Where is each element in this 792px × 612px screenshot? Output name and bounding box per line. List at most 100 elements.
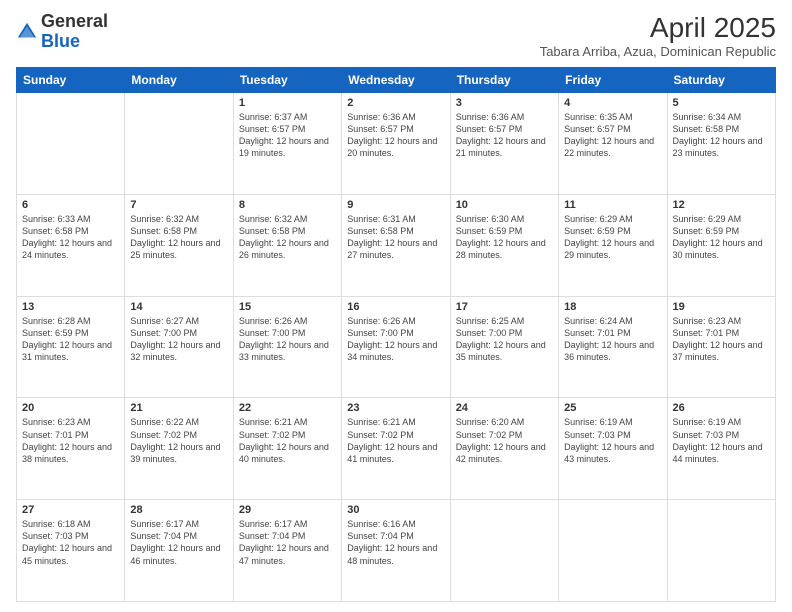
day-info: Sunrise: 6:27 AM Sunset: 7:00 PM Dayligh… xyxy=(130,315,227,364)
header: General Blue April 2025 Tabara Arriba, A… xyxy=(16,12,776,59)
day-info: Sunrise: 6:29 AM Sunset: 6:59 PM Dayligh… xyxy=(673,213,770,262)
day-number: 29 xyxy=(239,504,336,516)
logo-general: General xyxy=(41,11,108,31)
day-number: 20 xyxy=(22,402,119,414)
day-number: 18 xyxy=(564,301,661,313)
calendar-cell xyxy=(559,500,667,602)
day-number: 14 xyxy=(130,301,227,313)
day-header-wednesday: Wednesday xyxy=(342,68,450,93)
logo-icon xyxy=(16,21,38,43)
day-info: Sunrise: 6:16 AM Sunset: 7:04 PM Dayligh… xyxy=(347,518,444,567)
calendar-cell xyxy=(17,93,125,195)
calendar-cell: 16 Sunrise: 6:26 AM Sunset: 7:00 PM Dayli… xyxy=(342,296,450,398)
location-subtitle: Tabara Arriba, Azua, Dominican Republic xyxy=(540,44,776,59)
calendar-cell: 13 Sunrise: 6:28 AM Sunset: 6:59 PM Dayli… xyxy=(17,296,125,398)
day-info: Sunrise: 6:28 AM Sunset: 6:59 PM Dayligh… xyxy=(22,315,119,364)
day-info: Sunrise: 6:23 AM Sunset: 7:01 PM Dayligh… xyxy=(673,315,770,364)
calendar-cell: 4 Sunrise: 6:35 AM Sunset: 6:57 PM Daylig… xyxy=(559,93,667,195)
calendar-cell: 14 Sunrise: 6:27 AM Sunset: 7:00 PM Dayli… xyxy=(125,296,233,398)
week-row-0: 1 Sunrise: 6:37 AM Sunset: 6:57 PM Daylig… xyxy=(17,93,776,195)
day-number: 9 xyxy=(347,199,444,211)
week-row-4: 27 Sunrise: 6:18 AM Sunset: 7:03 PM Dayli… xyxy=(17,500,776,602)
day-number: 23 xyxy=(347,402,444,414)
calendar-cell: 7 Sunrise: 6:32 AM Sunset: 6:58 PM Daylig… xyxy=(125,194,233,296)
page: General Blue April 2025 Tabara Arriba, A… xyxy=(0,0,792,612)
calendar-cell: 19Sunrise: 6:23 AM Sunset: 7:01 PM Dayli… xyxy=(667,296,775,398)
calendar-cell: 24 Sunrise: 6:20 AM Sunset: 7:02 PM Dayli… xyxy=(450,398,558,500)
day-number: 3 xyxy=(456,97,553,109)
day-number: 27 xyxy=(22,504,119,516)
week-row-2: 13 Sunrise: 6:28 AM Sunset: 6:59 PM Dayli… xyxy=(17,296,776,398)
day-header-friday: Friday xyxy=(559,68,667,93)
days-header-row: SundayMondayTuesdayWednesdayThursdayFrid… xyxy=(17,68,776,93)
day-info: Sunrise: 6:22 AM Sunset: 7:02 PM Dayligh… xyxy=(130,416,227,465)
day-number: 16 xyxy=(347,301,444,313)
day-info: Sunrise: 6:33 AM Sunset: 6:58 PM Dayligh… xyxy=(22,213,119,262)
day-number: 13 xyxy=(22,301,119,313)
day-info: Sunrise: 6:32 AM Sunset: 6:58 PM Dayligh… xyxy=(130,213,227,262)
calendar-cell: 29 Sunrise: 6:17 AM Sunset: 7:04 PM Dayli… xyxy=(233,500,341,602)
day-number: 22 xyxy=(239,402,336,414)
calendar-cell xyxy=(667,500,775,602)
day-info: Sunrise: 6:18 AM Sunset: 7:03 PM Dayligh… xyxy=(22,518,119,567)
calendar-cell: 2 Sunrise: 6:36 AM Sunset: 6:57 PM Daylig… xyxy=(342,93,450,195)
calendar-cell: 21Sunrise: 6:22 AM Sunset: 7:02 PM Dayli… xyxy=(125,398,233,500)
day-number: 26 xyxy=(673,402,770,414)
calendar-cell: 6 Sunrise: 6:33 AM Sunset: 6:58 PM Daylig… xyxy=(17,194,125,296)
logo-text: General Blue xyxy=(41,12,108,52)
month-title: April 2025 xyxy=(540,12,776,44)
day-number: 1 xyxy=(239,97,336,109)
day-number: 8 xyxy=(239,199,336,211)
day-number: 10 xyxy=(456,199,553,211)
day-number: 28 xyxy=(130,504,227,516)
logo-blue: Blue xyxy=(41,31,80,51)
day-info: Sunrise: 6:26 AM Sunset: 7:00 PM Dayligh… xyxy=(347,315,444,364)
day-info: Sunrise: 6:36 AM Sunset: 6:57 PM Dayligh… xyxy=(456,111,553,160)
calendar-table: SundayMondayTuesdayWednesdayThursdayFrid… xyxy=(16,67,776,602)
calendar-cell: 12 Sunrise: 6:29 AM Sunset: 6:59 PM Dayli… xyxy=(667,194,775,296)
calendar-cell: 5Sunrise: 6:34 AM Sunset: 6:58 PM Daylig… xyxy=(667,93,775,195)
day-header-sunday: Sunday xyxy=(17,68,125,93)
day-number: 6 xyxy=(22,199,119,211)
day-number: 4 xyxy=(564,97,661,109)
day-info: Sunrise: 6:36 AM Sunset: 6:57 PM Dayligh… xyxy=(347,111,444,160)
day-info: Sunrise: 6:34 AM Sunset: 6:58 PM Dayligh… xyxy=(673,111,770,160)
day-info: Sunrise: 6:20 AM Sunset: 7:02 PM Dayligh… xyxy=(456,416,553,465)
calendar-cell: 22 Sunrise: 6:21 AM Sunset: 7:02 PM Dayli… xyxy=(233,398,341,500)
day-info: Sunrise: 6:35 AM Sunset: 6:57 PM Dayligh… xyxy=(564,111,661,160)
day-info: Sunrise: 6:24 AM Sunset: 7:01 PM Dayligh… xyxy=(564,315,661,364)
day-info: Sunrise: 6:21 AM Sunset: 7:02 PM Dayligh… xyxy=(239,416,336,465)
day-info: Sunrise: 6:23 AM Sunset: 7:01 PM Dayligh… xyxy=(22,416,119,465)
day-header-thursday: Thursday xyxy=(450,68,558,93)
day-info: Sunrise: 6:17 AM Sunset: 7:04 PM Dayligh… xyxy=(130,518,227,567)
calendar-cell: 27 Sunrise: 6:18 AM Sunset: 7:03 PM Dayli… xyxy=(17,500,125,602)
day-info: Sunrise: 6:19 AM Sunset: 7:03 PM Dayligh… xyxy=(564,416,661,465)
day-header-tuesday: Tuesday xyxy=(233,68,341,93)
day-header-saturday: Saturday xyxy=(667,68,775,93)
calendar-cell: 8Sunrise: 6:32 AM Sunset: 6:58 PM Daylig… xyxy=(233,194,341,296)
day-number: 24 xyxy=(456,402,553,414)
day-number: 17 xyxy=(456,301,553,313)
calendar-cell: 23Sunrise: 6:21 AM Sunset: 7:02 PM Dayli… xyxy=(342,398,450,500)
calendar-cell: 3 Sunrise: 6:36 AM Sunset: 6:57 PM Daylig… xyxy=(450,93,558,195)
title-block: April 2025 Tabara Arriba, Azua, Dominica… xyxy=(540,12,776,59)
day-number: 25 xyxy=(564,402,661,414)
calendar-cell: 25 Sunrise: 6:19 AM Sunset: 7:03 PM Dayli… xyxy=(559,398,667,500)
day-info: Sunrise: 6:25 AM Sunset: 7:00 PM Dayligh… xyxy=(456,315,553,364)
day-number: 7 xyxy=(130,199,227,211)
day-number: 12 xyxy=(673,199,770,211)
day-info: Sunrise: 6:31 AM Sunset: 6:58 PM Dayligh… xyxy=(347,213,444,262)
day-info: Sunrise: 6:17 AM Sunset: 7:04 PM Dayligh… xyxy=(239,518,336,567)
calendar-cell xyxy=(450,500,558,602)
week-row-3: 20 Sunrise: 6:23 AM Sunset: 7:01 PM Dayli… xyxy=(17,398,776,500)
day-info: Sunrise: 6:29 AM Sunset: 6:59 PM Dayligh… xyxy=(564,213,661,262)
calendar-cell: 15Sunrise: 6:26 AM Sunset: 7:00 PM Dayli… xyxy=(233,296,341,398)
day-number: 11 xyxy=(564,199,661,211)
calendar-cell: 30 Sunrise: 6:16 AM Sunset: 7:04 PM Dayli… xyxy=(342,500,450,602)
day-number: 15 xyxy=(239,301,336,313)
day-number: 30 xyxy=(347,504,444,516)
logo: General Blue xyxy=(16,12,108,52)
day-number: 2 xyxy=(347,97,444,109)
day-info: Sunrise: 6:30 AM Sunset: 6:59 PM Dayligh… xyxy=(456,213,553,262)
day-info: Sunrise: 6:37 AM Sunset: 6:57 PM Dayligh… xyxy=(239,111,336,160)
